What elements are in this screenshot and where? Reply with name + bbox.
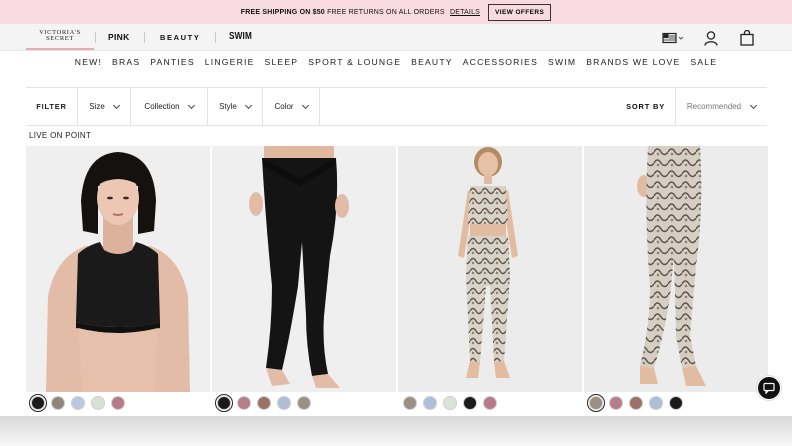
filter-title-cell: FILTER — [26, 88, 78, 125]
color-swatch[interactable] — [237, 396, 251, 410]
details-link[interactable]: DETAILS — [450, 9, 480, 16]
swatch-row — [217, 396, 311, 410]
color-swatch[interactable] — [483, 396, 497, 410]
product-image-black-leggings[interactable] — [212, 146, 396, 392]
chevron-down-icon — [750, 101, 758, 109]
color-swatch[interactable] — [669, 396, 683, 410]
nav-item-accessories[interactable]: ACCESSORIES — [458, 57, 543, 67]
product-image-snakeskin-leggings[interactable] — [584, 146, 768, 392]
color-swatch[interactable] — [423, 396, 437, 410]
vs-logo-line2: SECRET — [46, 35, 74, 42]
filter-bar: FILTER Size Collection Style Color SORT … — [26, 87, 767, 126]
color-swatch[interactable] — [297, 396, 311, 410]
chat-bubble-icon[interactable] — [757, 376, 781, 400]
page-bottom-fade — [0, 416, 792, 446]
color-swatch[interactable] — [589, 396, 603, 410]
filter-style-dropdown[interactable]: Style — [208, 88, 263, 125]
promo-text: FREE SHIPPING ON $50 FREE RETURNS ON ALL… — [241, 9, 480, 16]
color-swatch[interactable] — [257, 396, 271, 410]
nav-item-lingerie[interactable]: LINGERIE — [200, 57, 260, 67]
color-swatch[interactable] — [609, 396, 623, 410]
color-swatch[interactable] — [629, 396, 643, 410]
chevron-down-icon — [187, 101, 195, 109]
swatch-row — [31, 396, 125, 410]
color-swatch[interactable] — [217, 396, 231, 410]
color-swatch[interactable] — [463, 396, 477, 410]
chevron-down-icon — [244, 101, 252, 109]
color-swatch[interactable] — [403, 396, 417, 410]
nav-item-sleep[interactable]: SLEEP — [260, 57, 304, 67]
color-swatch[interactable] — [91, 396, 105, 410]
swatch-row — [589, 396, 683, 410]
brand-bar: VICTORIA'S SECRET PINK BEAUTY SWIM — [0, 24, 792, 51]
divider — [95, 32, 96, 43]
collection-label: LIVE ON POINT — [29, 131, 92, 140]
pink-tab[interactable]: PINK — [108, 32, 130, 42]
chevron-down-icon — [301, 101, 309, 109]
account-icon[interactable] — [703, 30, 719, 46]
filter-style-label: Style — [219, 102, 237, 111]
color-swatch[interactable] — [443, 396, 457, 410]
nav-item-sale[interactable]: SALE — [685, 57, 722, 67]
product-card[interactable] — [398, 146, 582, 392]
product-image-snakeskin-set[interactable] — [398, 146, 582, 392]
filter-color-label: Color — [274, 102, 294, 111]
free-shipping-text: FREE SHIPPING ON $50 — [240, 8, 325, 16]
swim-tab[interactable]: SWIM — [229, 31, 252, 42]
view-offers-button[interactable]: VIEW OFFERS — [488, 3, 552, 21]
color-swatch[interactable] — [111, 396, 125, 410]
nav-item-sport-lounge[interactable]: SPORT & LOUNGE — [303, 57, 406, 67]
filter-title: FILTER — [36, 102, 67, 111]
product-image-black-bra[interactable] — [26, 146, 210, 392]
swatch-row — [403, 396, 497, 410]
nav-item-new[interactable]: NEW! — [70, 57, 107, 67]
filter-collection-label: Collection — [144, 102, 180, 111]
product-card[interactable] — [212, 146, 396, 392]
product-grid — [26, 146, 768, 392]
sort-value: Recommended — [686, 102, 742, 111]
nav-item-panties[interactable]: PANTIES — [145, 57, 200, 67]
chevron-down-icon — [112, 101, 120, 109]
filter-size-dropdown[interactable]: Size — [78, 88, 131, 125]
color-swatch[interactable] — [31, 396, 45, 410]
product-card[interactable] — [26, 146, 210, 392]
color-swatch[interactable] — [51, 396, 65, 410]
victorias-secret-tab[interactable]: VICTORIA'S SECRET — [26, 24, 94, 50]
shopping-bag-icon[interactable] — [739, 30, 755, 46]
nav-item-swim[interactable]: SWIM — [543, 57, 581, 67]
divider — [144, 32, 145, 43]
main-nav: NEW! BRAS PANTIES LINGERIE SLEEP SPORT &… — [0, 51, 792, 73]
color-swatch[interactable] — [277, 396, 291, 410]
color-swatch[interactable] — [71, 396, 85, 410]
flag-selector-icon[interactable] — [662, 30, 686, 46]
product-card[interactable] — [584, 146, 768, 392]
beauty-tab[interactable]: BEAUTY — [160, 33, 200, 42]
nav-item-bras[interactable]: BRAS — [107, 57, 145, 67]
free-returns-text: FREE RETURNS ON ALL ORDERS — [327, 8, 445, 16]
nav-item-brands-we-love[interactable]: BRANDS WE LOVE — [581, 57, 685, 67]
filter-color-dropdown[interactable]: Color — [263, 88, 320, 125]
nav-item-beauty[interactable]: BEAUTY — [406, 57, 458, 67]
divider — [215, 32, 216, 43]
sort-by-label: SORT BY — [626, 102, 665, 111]
filter-collection-dropdown[interactable]: Collection — [131, 88, 208, 125]
promo-bar: FREE SHIPPING ON $50 FREE RETURNS ON ALL… — [0, 0, 792, 24]
color-swatch[interactable] — [649, 396, 663, 410]
filter-size-label: Size — [89, 102, 105, 111]
sort-dropdown[interactable]: Recommended — [675, 88, 767, 125]
